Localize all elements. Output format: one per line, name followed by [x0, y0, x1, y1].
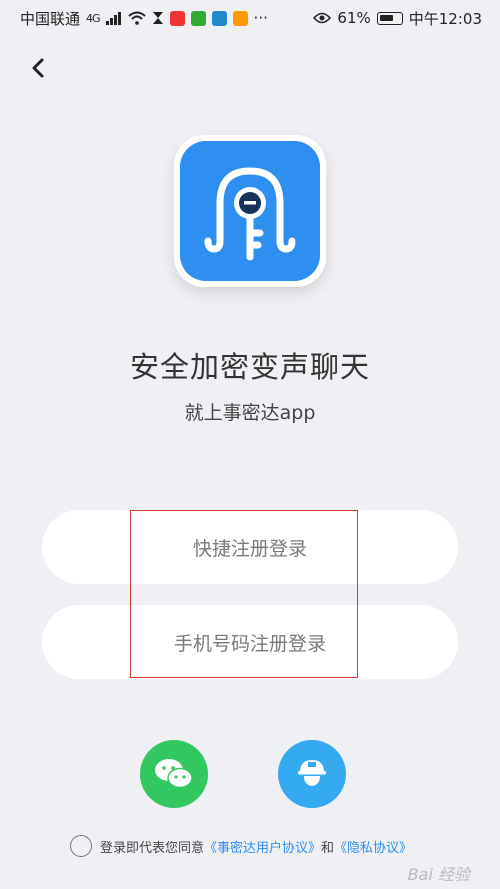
agree-checkbox[interactable]: [70, 835, 92, 857]
wifi-icon: [127, 11, 146, 25]
quick-register-button[interactable]: 快捷注册登录: [42, 510, 458, 584]
carrier-label: 中国联通: [20, 9, 81, 28]
hourglass-icon: [152, 12, 163, 24]
guest-login-button[interactable]: [278, 740, 346, 808]
app-notification-icon: [211, 10, 227, 26]
phone-register-button[interactable]: 手机号码注册登录: [42, 605, 458, 679]
headline: 安全加密变声聊天: [129, 350, 370, 384]
more-notifications: ···: [253, 9, 268, 27]
user-agreement-link[interactable]: 《事密达用户协议》: [204, 837, 321, 856]
signal-icon: [105, 11, 121, 25]
status-right: 61% 中午12:03: [313, 8, 482, 29]
watermark: Bai 经验: [407, 865, 470, 884]
app-notification-icon: [190, 10, 206, 26]
status-bar: 中国联通 4G ··· 61% 中午12:03: [0, 0, 500, 36]
chevron-left-icon[interactable]: [24, 54, 52, 82]
guest-helmet-icon: [298, 760, 326, 786]
app-notification-icon: [232, 10, 248, 26]
clock: 中午12:03: [408, 9, 482, 28]
battery-percent: 61%: [337, 9, 371, 27]
wechat-login-button[interactable]: [140, 740, 208, 808]
app-logo: [174, 135, 326, 287]
agreement-and: 和: [321, 840, 335, 856]
eye-icon: [313, 12, 332, 24]
battery-icon: [376, 11, 403, 25]
agreement-row: 登录即代表您同意 《事密达用户协议》 和 《隐私协议》: [70, 835, 412, 857]
agreement-prefix: 登录即代表您同意: [100, 840, 205, 856]
status-left: 中国联通 4G ···: [20, 8, 268, 29]
wechat-icon: [155, 759, 193, 789]
subheadline: 就上事密达app: [184, 402, 316, 424]
keyhole-octopus-logo: [180, 141, 320, 281]
app-notification-icon: [169, 10, 185, 26]
network-type: 4G: [86, 11, 100, 25]
privacy-policy-link[interactable]: 《隐私协议》: [334, 837, 412, 856]
